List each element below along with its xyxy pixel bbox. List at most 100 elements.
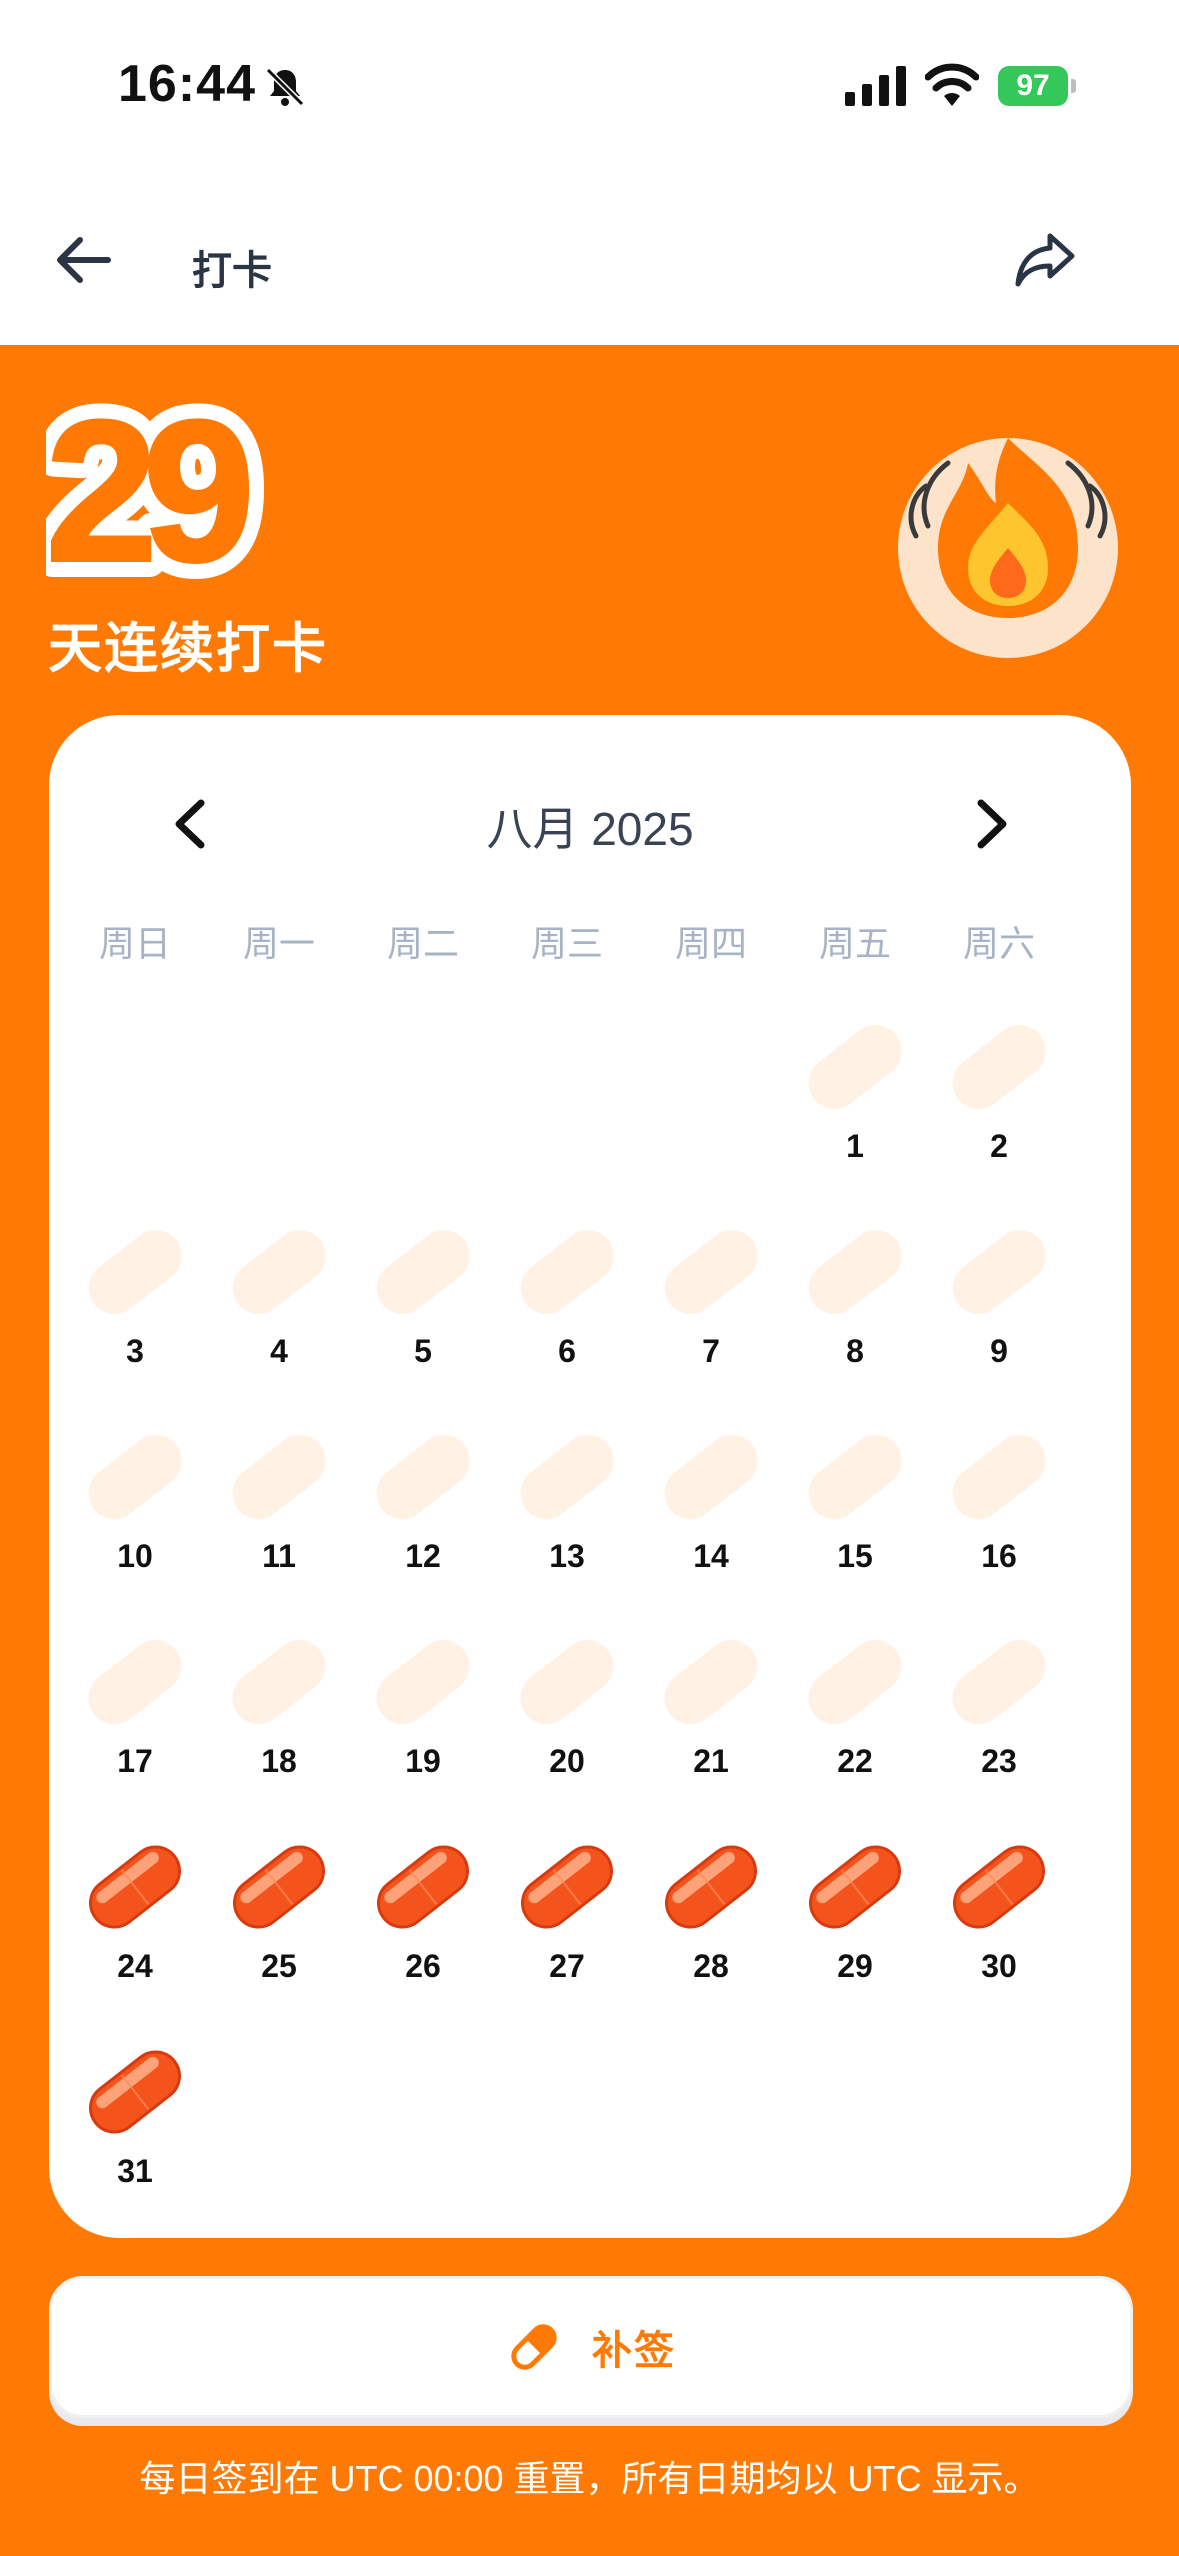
empty-pill-icon (88, 1434, 182, 1520)
pill-icon (511, 2324, 557, 2370)
calendar-day[interactable]: 25 (207, 1833, 351, 2033)
streak-count-text-inner: 29 (46, 392, 247, 592)
weekday-label: 周三 (530, 923, 603, 964)
day-number: 30 (981, 1948, 1017, 1984)
page-title: 打卡 (192, 249, 272, 293)
day-number: 4 (270, 1333, 288, 1369)
makeup-button-label: 补签 (592, 2329, 676, 2373)
next-month-button[interactable] (961, 789, 1021, 859)
day-number: 20 (549, 1743, 585, 1779)
day-number: 16 (981, 1538, 1017, 1574)
weekday-label: 周五 (818, 923, 891, 964)
battery-level: 97 (998, 66, 1068, 106)
checked-pill-icon (233, 1845, 325, 1929)
calendar-day[interactable]: 28 (639, 1833, 783, 2033)
day-number: 8 (846, 1333, 864, 1369)
calendar-day[interactable]: 29 (783, 1833, 927, 2033)
cellular-signal-icon (845, 66, 906, 106)
empty-pill-icon (952, 1229, 1046, 1315)
day-number: 11 (262, 1538, 296, 1574)
calendar-day[interactable]: 7 (639, 1218, 783, 1418)
calendar-day[interactable]: 10 (63, 1423, 207, 1623)
empty-pill-icon (376, 1229, 470, 1315)
footer-note: 每日签到在 UTC 00:00 重置，所有日期均以 UTC 显示。 (139, 2458, 1040, 2499)
streak-count: 29 29 (46, 392, 278, 592)
checked-pill-icon (89, 1845, 181, 1929)
day-number: 23 (981, 1743, 1017, 1779)
day-number: 10 (117, 1538, 153, 1574)
calendar-day[interactable]: 27 (495, 1833, 639, 2033)
day-number: 7 (702, 1333, 720, 1369)
day-number: 3 (126, 1333, 144, 1369)
day-number: 27 (549, 1948, 585, 1984)
day-number: 25 (261, 1948, 297, 1984)
calendar-day[interactable]: 18 (207, 1628, 351, 1828)
day-number: 19 (405, 1743, 441, 1779)
calendar-day[interactable]: 23 (927, 1628, 1071, 1828)
empty-pill-icon (232, 1434, 326, 1520)
bell-muted-icon (265, 67, 305, 107)
calendar-day[interactable]: 15 (783, 1423, 927, 1623)
calendar-day[interactable]: 4 (207, 1218, 351, 1418)
calendar-day[interactable]: 17 (63, 1628, 207, 1828)
empty-pill-icon (808, 1639, 902, 1725)
calendar-day[interactable]: 11 (207, 1423, 351, 1623)
back-arrow-icon[interactable] (52, 228, 116, 292)
checked-pill-icon (521, 1845, 613, 1929)
empty-pill-icon (88, 1229, 182, 1315)
calendar-day[interactable]: 3 (63, 1218, 207, 1418)
fire-icon (898, 438, 1118, 658)
calendar-day[interactable]: 16 (927, 1423, 1071, 1623)
makeup-checkin-button[interactable]: 补签 (49, 2276, 1133, 2418)
empty-pill-icon (376, 1639, 470, 1725)
status-time: 16:44 (118, 55, 256, 113)
battery-indicator: 97 (998, 66, 1076, 106)
day-number: 26 (405, 1948, 441, 1984)
calendar-day[interactable]: 9 (927, 1218, 1071, 1418)
day-number: 21 (693, 1743, 729, 1779)
day-number: 18 (261, 1743, 297, 1779)
calendar-day[interactable]: 26 (351, 1833, 495, 2033)
empty-pill-icon (232, 1229, 326, 1315)
calendar-day[interactable]: 1 (783, 1013, 927, 1213)
calendar-day[interactable]: 12 (351, 1423, 495, 1623)
day-number: 2 (990, 1128, 1008, 1164)
calendar-day[interactable]: 19 (351, 1628, 495, 1828)
calendar-day[interactable]: 2 (927, 1013, 1071, 1213)
day-number: 22 (837, 1743, 873, 1779)
calendar-day[interactable]: 13 (495, 1423, 639, 1623)
calendar-day[interactable]: 30 (927, 1833, 1071, 2033)
weekday-label: 周日 (98, 923, 171, 964)
empty-pill-icon (664, 1229, 758, 1315)
weekday-label: 周六 (962, 923, 1035, 964)
calendar-day[interactable]: 6 (495, 1218, 639, 1418)
day-number: 17 (117, 1743, 153, 1779)
calendar-day[interactable]: 24 (63, 1833, 207, 2033)
empty-pill-icon (664, 1639, 758, 1725)
empty-pill-icon (808, 1024, 902, 1110)
checked-pill-icon (809, 1845, 901, 1929)
top-bar: 16:44 97 打卡 (0, 0, 1179, 345)
checked-pill-icon (377, 1845, 469, 1929)
checked-pill-icon (89, 2050, 181, 2134)
day-number: 1 (846, 1128, 864, 1164)
share-icon[interactable] (1012, 226, 1078, 292)
day-number: 14 (693, 1538, 729, 1574)
calendar-day[interactable]: 22 (783, 1628, 927, 1828)
wifi-icon (925, 63, 979, 106)
day-number: 15 (837, 1538, 873, 1574)
calendar-day[interactable]: 21 (639, 1628, 783, 1828)
day-number: 13 (549, 1538, 585, 1574)
empty-pill-icon (232, 1639, 326, 1725)
calendar-day[interactable]: 31 (63, 2038, 207, 2238)
empty-pill-icon (952, 1639, 1046, 1725)
day-number: 29 (837, 1948, 873, 1984)
calendar-day[interactable]: 5 (351, 1218, 495, 1418)
calendar-day[interactable]: 8 (783, 1218, 927, 1418)
calendar-day[interactable]: 14 (639, 1423, 783, 1623)
empty-pill-icon (952, 1434, 1046, 1520)
weekday-label: 周一 (242, 923, 315, 964)
empty-pill-icon (808, 1229, 902, 1315)
calendar-card: 八月 2025 周日 周一 周二 周三 周四 周五 周六 1 2 3 4 5 6 7 8 9 10 11 12 13 1… (49, 715, 1131, 2238)
calendar-day[interactable]: 20 (495, 1628, 639, 1828)
